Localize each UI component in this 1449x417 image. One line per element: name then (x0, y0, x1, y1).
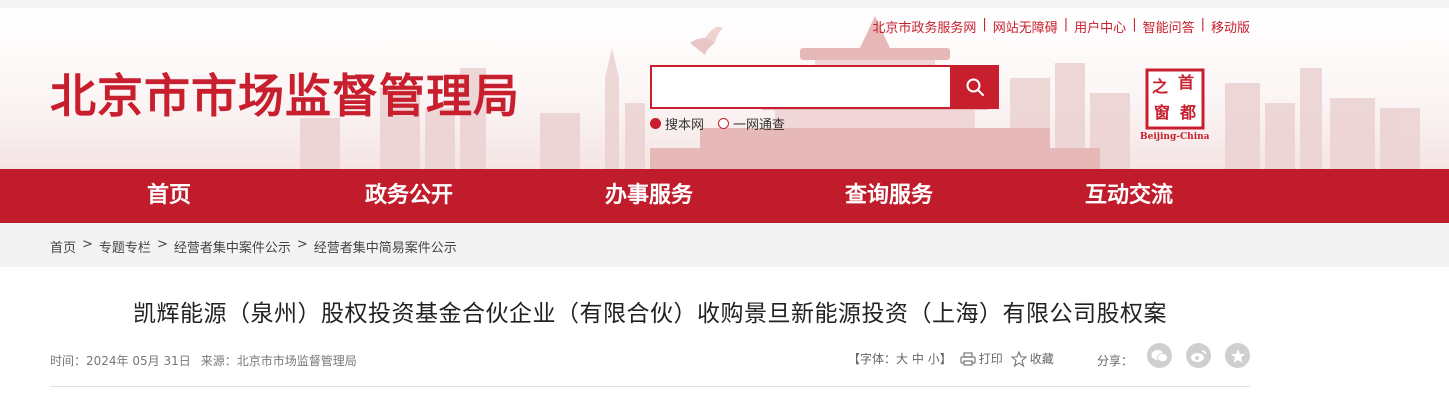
breadcrumb-simple-cases[interactable]: 经营者集中简易案件公示 (314, 237, 457, 256)
top-link-accessibility[interactable]: 网站无障碍 (993, 17, 1058, 36)
font-large-button[interactable]: 大 (896, 352, 908, 366)
radio-checked-icon (650, 118, 661, 129)
breadcrumb-separator: > (82, 237, 93, 252)
share-label: 分享： (1097, 354, 1134, 368)
publish-time: 时间：2024年 05月 31日 (50, 352, 191, 369)
print-label: 打印 (978, 352, 1003, 366)
logo-char: 首 (1178, 73, 1194, 92)
logo-char: 都 (1179, 103, 1196, 122)
logo-char: 窗 (1154, 103, 1170, 122)
search-button[interactable] (950, 65, 999, 109)
scope-all-network-radio[interactable]: 一网通查 (718, 114, 785, 133)
article-source: 来源：北京市市场监督管理局 (201, 352, 357, 369)
capital-window-logo[interactable]: 之 首 窗 都 (1143, 68, 1207, 140)
separator: | (1063, 17, 1069, 32)
scope-label: 一网通查 (733, 118, 786, 133)
source-label: 来源： (200, 354, 237, 368)
font-close: 】 (939, 352, 952, 366)
star-outline-icon (1010, 350, 1027, 367)
nav-item-interaction[interactable]: 互动交流 (1085, 169, 1173, 223)
font-medium-button[interactable]: 中 (912, 352, 924, 366)
star-icon (1230, 348, 1245, 363)
share-qzone-button[interactable] (1225, 343, 1250, 368)
search-icon (966, 78, 984, 96)
print-button[interactable]: 打印 (960, 350, 1003, 367)
time-label: 时间： (50, 354, 87, 368)
separator: | (982, 17, 987, 32)
top-link-gov-service[interactable]: 北京市政务服务网 (872, 17, 976, 36)
breadcrumb-separator: > (296, 237, 308, 252)
main-nav: 首页 政务公开 办事服务 查询服务 互动交流 (0, 169, 1449, 223)
top-links: 北京市政务服务网 | 网站无障碍 | 用户中心 | 智能问答 | 移动版 (872, 17, 1250, 36)
source-value: 北京市市场监督管理局 (236, 354, 357, 368)
breadcrumb-concentration-cases[interactable]: 经营者集中案件公示 (174, 237, 291, 256)
search-input[interactable] (650, 65, 950, 109)
separator: | (1132, 17, 1137, 32)
top-link-smart-qa[interactable]: 智能问答 (1143, 17, 1195, 36)
favorite-label: 收藏 (1029, 352, 1054, 366)
printer-icon (960, 351, 976, 366)
divider (50, 386, 1250, 387)
logo-caption: Beijing-China (1140, 132, 1210, 142)
share-wechat-button[interactable] (1147, 343, 1172, 368)
article-tools: 【字体：大 中 小】 打印 收藏 (848, 350, 1054, 367)
time-value: 2024年 05月 31日 (86, 354, 191, 368)
nav-item-home[interactable]: 首页 (147, 169, 191, 223)
scope-label: 搜本网 (665, 118, 705, 133)
nav-item-gov-affairs[interactable]: 政务公开 (365, 169, 453, 223)
share-weibo-button[interactable] (1186, 343, 1211, 368)
font-small-button[interactable]: 小 (928, 352, 940, 366)
favorite-button[interactable]: 收藏 (1010, 350, 1054, 367)
breadcrumb-bar: 首页 > 专题专栏 > 经营者集中案件公示 > 经营者集中简易案件公示 (0, 223, 1449, 267)
weibo-icon (1191, 349, 1207, 362)
top-link-user-center[interactable]: 用户中心 (1074, 17, 1126, 36)
breadcrumb: 首页 > 专题专栏 > 经营者集中案件公示 > 经营者集中简易案件公示 (50, 237, 457, 256)
breadcrumb-topics[interactable]: 专题专栏 (99, 237, 151, 256)
search-box (650, 65, 999, 109)
site-title[interactable]: 北京市市场监督管理局 (50, 60, 520, 126)
article-title: 凯辉能源（泉州）股权投资基金合伙企业（有限合伙）收购景旦新能源投资（上海）有限公… (133, 301, 1167, 327)
radio-unchecked-icon (718, 118, 730, 129)
top-link-mobile[interactable]: 移动版 (1211, 17, 1250, 36)
wechat-icon (1151, 349, 1168, 362)
article-meta: 时间：2024年 05月 31日 来源：北京市市场监督管理局 (50, 352, 357, 369)
breadcrumb-home[interactable]: 首页 (50, 237, 76, 256)
breadcrumb-separator: > (156, 237, 168, 252)
font-label: 【字体： (848, 352, 897, 366)
nav-item-services[interactable]: 办事服务 (605, 169, 693, 223)
search-scope: 搜本网 一网通查 (650, 114, 785, 133)
font-size-control: 【字体：大 中 小】 (848, 350, 952, 367)
scope-this-site-radio[interactable]: 搜本网 (650, 114, 704, 133)
separator: | (1200, 17, 1205, 32)
nav-item-query[interactable]: 查询服务 (845, 169, 933, 223)
header-banner: 北京市市场监督管理局 北京市政务服务网 | 网站无障碍 | 用户中心 | 智能问… (0, 8, 1449, 169)
logo-char: 之 (1152, 77, 1168, 96)
